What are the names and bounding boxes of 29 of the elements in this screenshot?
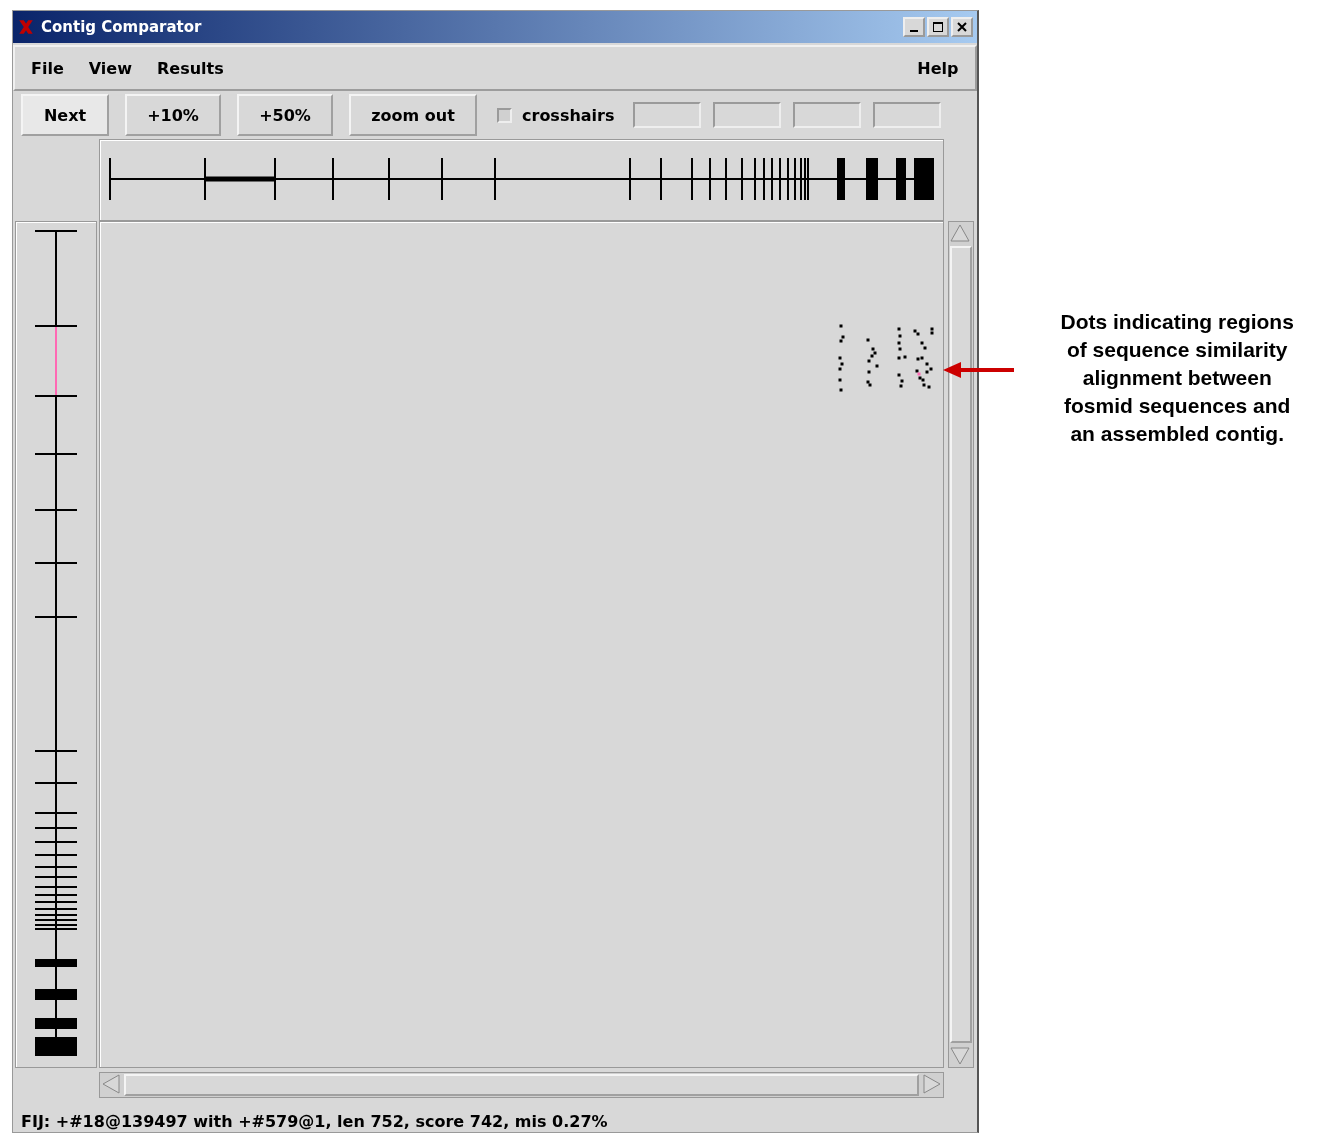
window-title: Contig Comparator <box>41 18 203 36</box>
pointer-arrow-icon <box>942 362 1015 378</box>
close-button[interactable] <box>950 17 973 37</box>
crosshairs-label[interactable]: crosshairs <box>522 105 615 125</box>
menu-item[interactable]: File <box>31 58 64 78</box>
crosshairs-checkbox[interactable] <box>497 107 512 123</box>
coordinate-field[interactable] <box>792 102 861 128</box>
minimize-icon <box>909 30 918 32</box>
toolbar-button[interactable]: +50% <box>237 94 333 136</box>
menu-item[interactable]: Results <box>156 58 224 78</box>
coordinate-field[interactable] <box>872 102 941 128</box>
annotation-text: Dots indicating regions of sequence similarity alignment between fosmid sequences and an assembled contig. <box>1059 309 1295 447</box>
maximize-button[interactable] <box>926 17 949 37</box>
coordinate-field[interactable] <box>632 102 701 128</box>
help-menu[interactable]: Help <box>917 58 959 78</box>
toolbar-button[interactable]: Next <box>21 94 109 136</box>
toolbar-button[interactable]: +10% <box>125 94 221 136</box>
minimize-button[interactable] <box>902 17 925 37</box>
coordinate-field[interactable] <box>712 102 781 128</box>
toolbar-button[interactable]: zoom out <box>349 94 477 136</box>
status-text: FIJ: +#18@139497 with +#579@1, len 752, score 742, mis 0.27% <box>20 1111 609 1131</box>
menu-item[interactable]: View <box>88 58 132 78</box>
scroll-left-icon[interactable] <box>100 1073 122 1095</box>
scroll-down-icon[interactable] <box>949 1045 971 1067</box>
vertical-scrollbar[interactable] <box>948 221 974 1068</box>
x-logo-icon <box>17 18 35 36</box>
horizontal-scrollbar[interactable] <box>99 1072 944 1098</box>
scroll-right-icon[interactable] <box>921 1073 943 1095</box>
scroll-up-icon[interactable] <box>949 222 971 244</box>
